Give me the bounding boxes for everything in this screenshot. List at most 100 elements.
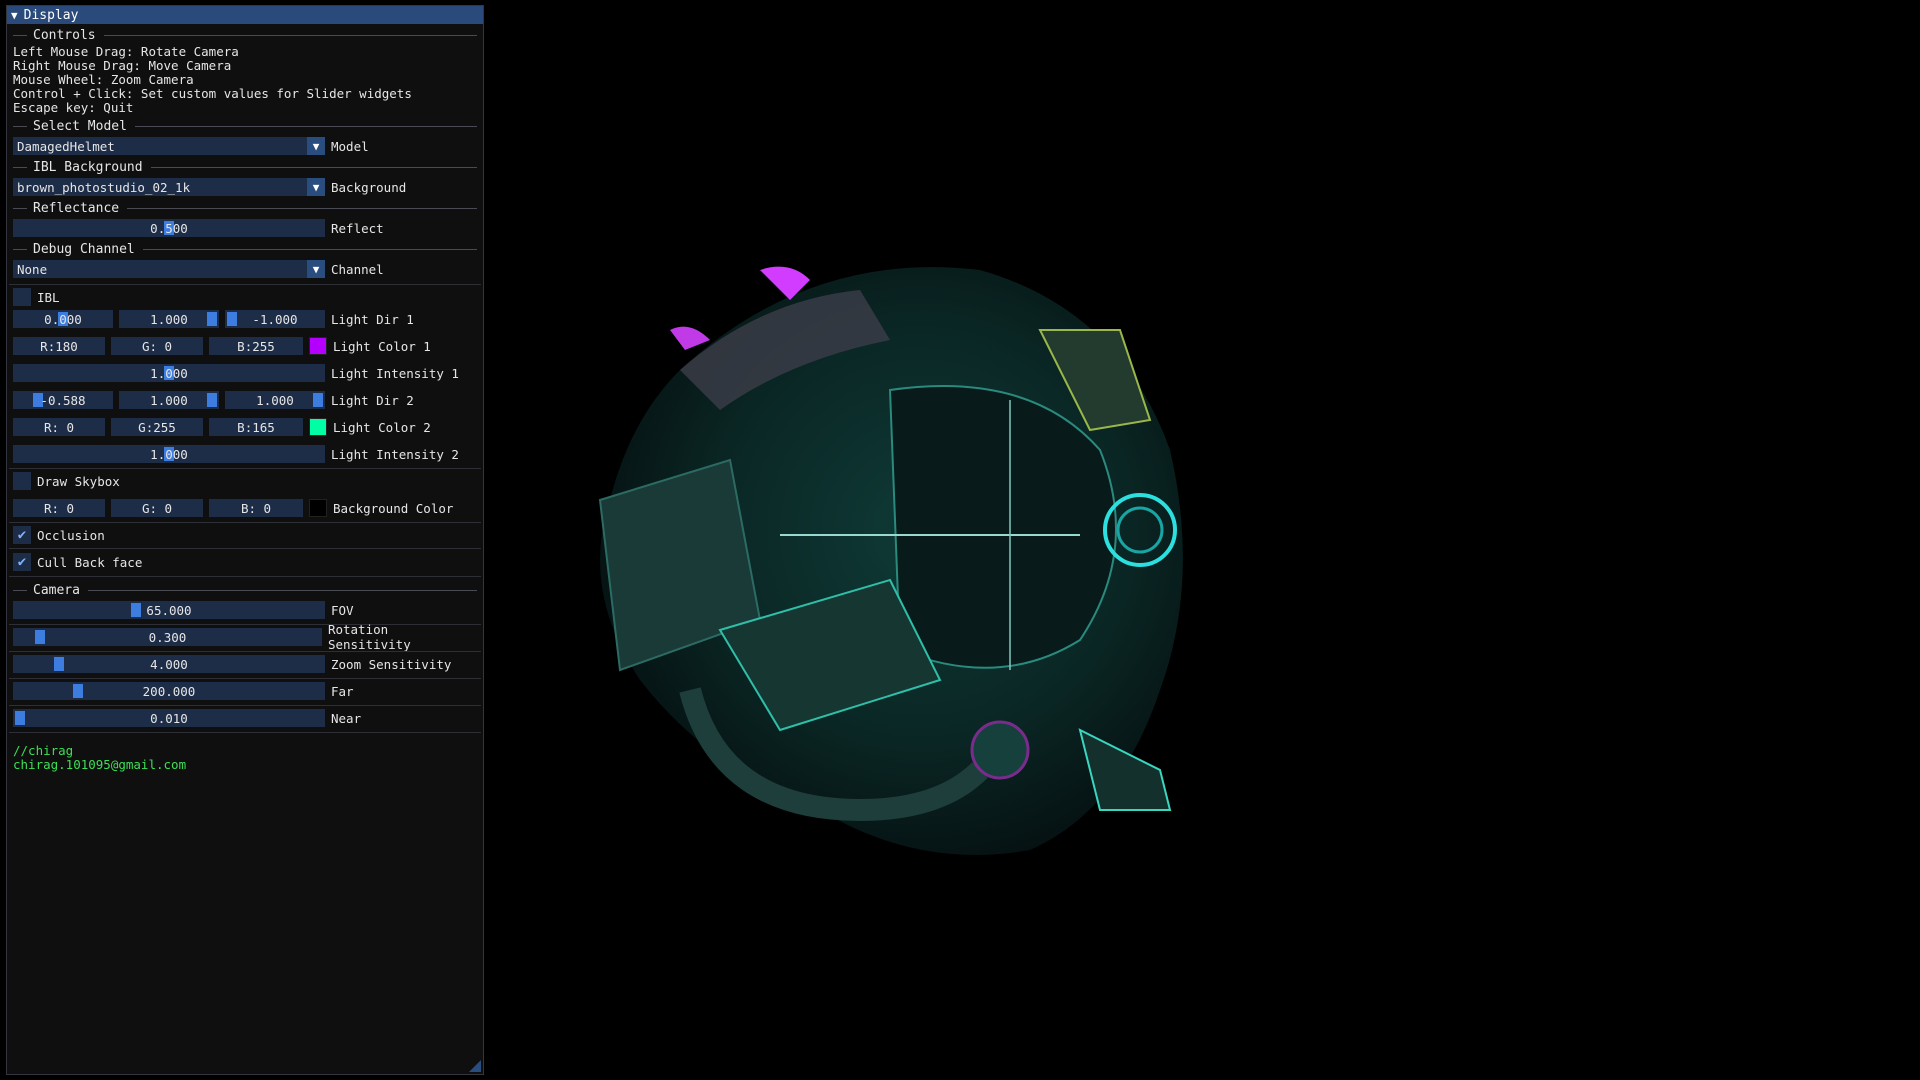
background-color-swatch[interactable]: [309, 499, 327, 517]
help-line-3: Mouse Wheel: Zoom Camera: [13, 72, 194, 87]
light-color-1-swatch[interactable]: [309, 337, 327, 355]
rotation-sensitivity-slider[interactable]: 0.300: [13, 628, 322, 646]
light-dir-1-x[interactable]: 0.000: [13, 310, 113, 328]
display-panel: ▼ Display Controls Left Mouse Drag: Rota…: [6, 5, 484, 1075]
panel-titlebar[interactable]: ▼ Display: [7, 6, 483, 24]
light-dir-2-y[interactable]: 1.000: [119, 391, 219, 409]
reflect-label: Reflect: [331, 220, 384, 236]
cull-checkbox[interactable]: ✔: [13, 553, 31, 571]
help-line-1: Left Mouse Drag: Rotate Camera: [13, 44, 239, 59]
background-color-label: Background Color: [333, 500, 454, 516]
light-color-2-label: Light Color 2: [333, 419, 431, 435]
footer-handle: //chirag: [13, 743, 74, 758]
chevron-down-icon[interactable]: ▼: [307, 137, 325, 155]
light-dir-2-x[interactable]: -0.588: [13, 391, 113, 409]
background-color-g[interactable]: G: 0: [111, 499, 203, 517]
reflect-slider[interactable]: 0.500: [13, 219, 325, 237]
panel-title: Display: [23, 7, 79, 23]
reflectance-header: Reflectance: [33, 200, 120, 216]
light-intensity-2-slider[interactable]: 1.000: [13, 445, 325, 463]
help-line-2: Right Mouse Drag: Move Camera: [13, 58, 232, 73]
light-dir-2-z[interactable]: 1.000: [225, 391, 325, 409]
rotation-label: Rotation Sensitivity: [327, 622, 411, 652]
model-label: Model: [331, 138, 369, 154]
far-slider[interactable]: 200.000: [13, 682, 325, 700]
occlusion-row: ✔ Occlusion: [13, 525, 477, 545]
model-combo-value: DamagedHelmet: [17, 138, 115, 154]
channel-row: None ▼ Channel: [13, 259, 477, 279]
camera-header: Camera: [33, 582, 80, 598]
fov-row: 65.000 FOV: [13, 600, 477, 620]
far-label: Far: [331, 683, 354, 699]
cull-row: ✔ Cull Back face: [13, 552, 477, 572]
divider: [9, 651, 481, 652]
controls-header: Controls: [33, 27, 96, 43]
light-intensity-1-label: Light Intensity 1: [331, 365, 459, 381]
ibl-background-separator: IBL Background: [13, 159, 477, 175]
select-model-header: Select Model: [33, 118, 127, 134]
skybox-label: Draw Skybox: [37, 473, 120, 489]
light-intensity-2-row: 1.000 Light Intensity 2: [13, 444, 477, 464]
fov-label: FOV: [331, 602, 354, 618]
chevron-down-icon[interactable]: ▼: [307, 260, 325, 278]
light-color-2-b[interactable]: B:165: [209, 418, 303, 436]
light-dir-1-label: Light Dir 1: [331, 311, 414, 327]
light-color-1-r[interactable]: R:180: [13, 337, 105, 355]
light-color-2-r[interactable]: R: 0: [13, 418, 105, 436]
fov-slider[interactable]: 65.000: [13, 601, 325, 619]
magenta-highlight: [670, 326, 710, 350]
divider: [9, 576, 481, 577]
checkmark-icon: ✔: [17, 527, 27, 543]
near-slider[interactable]: 0.010: [13, 709, 325, 727]
model-combo[interactable]: DamagedHelmet ▼: [13, 137, 325, 155]
skybox-checkbox[interactable]: [13, 472, 31, 490]
light-dir-2-label: Light Dir 2: [331, 392, 414, 408]
help-line-4: Control + Click: Set custom values for S…: [13, 86, 412, 101]
ibl-label: IBL: [37, 289, 60, 305]
divider: [9, 678, 481, 679]
ibl-background-header: IBL Background: [33, 159, 143, 175]
occlusion-checkbox[interactable]: ✔: [13, 526, 31, 544]
light-dir-1-z[interactable]: -1.000: [225, 310, 325, 328]
divider: [9, 468, 481, 469]
light-intensity-1-row: 1.000 Light Intensity 1: [13, 363, 477, 383]
background-color-r[interactable]: R: 0: [13, 499, 105, 517]
light-color-2-g[interactable]: G:255: [111, 418, 203, 436]
footer-email[interactable]: chirag.101095@gmail.com: [13, 757, 186, 772]
channel-combo-value: None: [17, 261, 48, 277]
zoom-row: 4.000 Zoom Sensitivity: [13, 654, 477, 674]
reflectance-separator: Reflectance: [13, 200, 477, 216]
background-combo[interactable]: brown_photostudio_02_1k ▼: [13, 178, 325, 196]
light-intensity-2-label: Light Intensity 2: [331, 446, 459, 462]
divider: [9, 705, 481, 706]
rebreather: [970, 720, 1030, 780]
collapse-arrow-icon[interactable]: ▼: [11, 9, 18, 22]
ibl-checkbox[interactable]: [13, 288, 31, 306]
skybox-row: Draw Skybox: [13, 471, 477, 491]
cull-label: Cull Back face: [37, 554, 143, 570]
zoom-sensitivity-slider[interactable]: 4.000: [13, 655, 325, 673]
light-color-1-g[interactable]: G: 0: [111, 337, 203, 355]
light-intensity-1-slider[interactable]: 1.000: [13, 364, 325, 382]
divider: [9, 284, 481, 285]
helmet-3d-viewport[interactable]: [560, 250, 1200, 870]
channel-combo[interactable]: None ▼: [13, 260, 325, 278]
light-color-2-row: R: 0 G:255 B:165 Light Color 2: [13, 417, 477, 437]
divider: [9, 732, 481, 733]
chevron-down-icon[interactable]: ▼: [307, 178, 325, 196]
zoom-label: Zoom Sensitivity: [331, 656, 452, 672]
light-color-2-swatch[interactable]: [309, 418, 327, 436]
occlusion-label: Occlusion: [37, 527, 105, 543]
channel-label: Channel: [331, 261, 384, 277]
far-row: 200.000 Far: [13, 681, 477, 701]
light-dir-2-row: -0.588 1.000 1.000 Light Dir 2: [13, 390, 477, 410]
light-dir-1-y[interactable]: 1.000: [119, 310, 219, 328]
reflect-row: 0.500 Reflect: [13, 218, 477, 238]
background-color-b[interactable]: B: 0: [209, 499, 303, 517]
debug-channel-separator: Debug Channel: [13, 241, 477, 257]
light-color-1-b[interactable]: B:255: [209, 337, 303, 355]
light-dir-1-row: 0.000 1.000 -1.000 Light Dir 1: [13, 309, 477, 329]
resize-grip-icon[interactable]: [469, 1060, 481, 1072]
debug-channel-header: Debug Channel: [33, 241, 135, 257]
rotation-row: 0.300 Rotation Sensitivity: [13, 622, 477, 652]
